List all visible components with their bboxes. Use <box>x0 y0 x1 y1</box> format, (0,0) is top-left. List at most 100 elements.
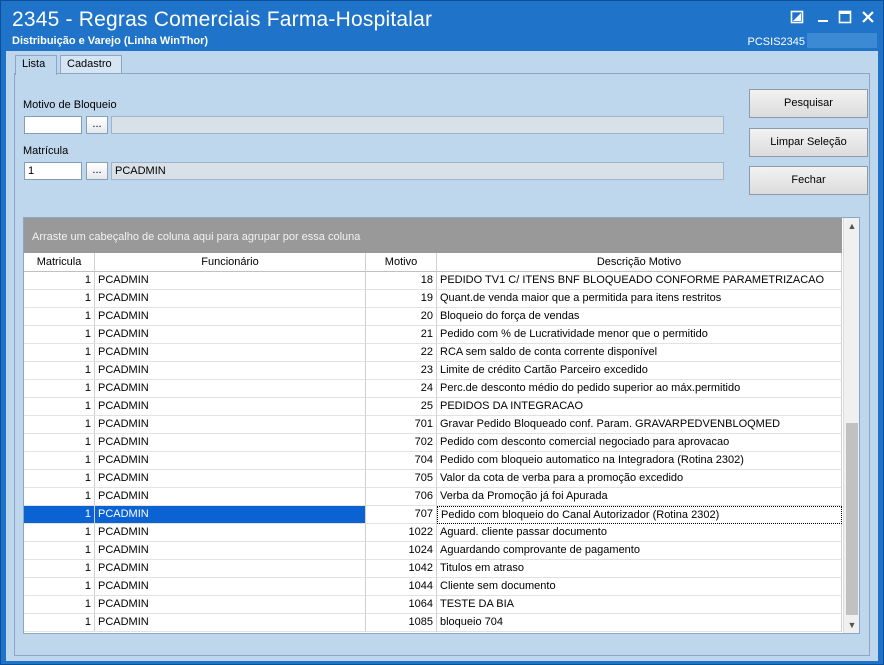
cell-descricao[interactable]: Pedido com bloqueio do Canal Autorizador… <box>437 506 842 524</box>
table-row[interactable]: 1 PCADMIN 24 Perc.de desconto médio do pedi… <box>24 380 842 398</box>
cell-descricao[interactable]: Valor da cota de verba para a promoção e… <box>437 470 842 488</box>
cell-descricao[interactable]: RCA sem saldo de conta corrente disponív… <box>437 344 842 362</box>
cell-motivo[interactable]: 19 <box>366 290 437 308</box>
cell-matricula[interactable]: 1 <box>24 362 95 380</box>
title-bar[interactable]: 2345 - Regras Comerciais Farma-Hospitala… <box>1 1 883 51</box>
cell-motivo[interactable]: 1024 <box>366 542 437 560</box>
cell-descricao[interactable]: Quant.de venda maior que a permitida par… <box>437 290 842 308</box>
maximize-icon[interactable] <box>838 10 852 24</box>
close-icon[interactable] <box>861 10 875 24</box>
cell-funcionario[interactable]: PCADMIN <box>95 596 366 614</box>
cell-funcionario[interactable]: PCADMIN <box>95 506 366 524</box>
cell-motivo[interactable]: 23 <box>366 362 437 380</box>
cell-funcionario[interactable]: PCADMIN <box>95 434 366 452</box>
cell-matricula[interactable]: 1 <box>24 452 95 470</box>
tab-lista[interactable]: Lista <box>15 55 57 75</box>
cell-matricula[interactable]: 1 <box>24 416 95 434</box>
col-header-motivo[interactable]: Motivo <box>366 253 437 272</box>
cell-funcionario[interactable]: PCADMIN <box>95 308 366 326</box>
cell-funcionario[interactable]: PCADMIN <box>95 416 366 434</box>
col-header-descricao[interactable]: Descrição Motivo <box>437 253 842 272</box>
table-row[interactable]: 1 PCADMIN 1024 Aguardando comprovante de pa… <box>24 542 842 560</box>
tab-cadastro[interactable]: Cadastro <box>60 55 122 74</box>
table-row[interactable]: 1 PCADMIN 20 Bloqueio do força de vendas <box>24 308 842 326</box>
cell-motivo[interactable]: 1044 <box>366 578 437 596</box>
cell-funcionario[interactable]: PCADMIN <box>95 290 366 308</box>
cell-motivo[interactable]: 18 <box>366 272 437 290</box>
cell-matricula[interactable]: 1 <box>24 542 95 560</box>
cell-descricao[interactable]: Aguardando comprovante de pagamento <box>437 542 842 560</box>
table-row[interactable]: 1 PCADMIN 702 Pedido com desconto comercial… <box>24 434 842 452</box>
cell-matricula[interactable]: 1 <box>24 614 95 632</box>
scroll-up-icon[interactable]: ▲ <box>844 218 859 234</box>
table-row[interactable]: 1 PCADMIN 707 Pedido com bloqueio do Canal … <box>24 506 842 524</box>
cell-descricao[interactable]: Pedido com % de Lucratividade menor que … <box>437 326 842 344</box>
cell-motivo[interactable]: 706 <box>366 488 437 506</box>
cell-matricula[interactable]: 1 <box>24 308 95 326</box>
cell-funcionario[interactable]: PCADMIN <box>95 560 366 578</box>
cell-descricao[interactable]: Pedido com bloqueio automatico na Integr… <box>437 452 842 470</box>
cell-motivo[interactable]: 704 <box>366 452 437 470</box>
cell-descricao[interactable]: Gravar Pedido Bloqueado conf. Param. GRA… <box>437 416 842 434</box>
table-row[interactable]: 1 PCADMIN 701 Gravar Pedido Bloqueado conf.… <box>24 416 842 434</box>
cell-motivo[interactable]: 1085 <box>366 614 437 632</box>
scroll-down-icon[interactable]: ▼ <box>844 617 859 633</box>
table-row[interactable]: 1 PCADMIN 1085 bloqueio 704 <box>24 614 842 632</box>
cell-motivo[interactable]: 1064 <box>366 596 437 614</box>
matricula-lookup-button[interactable]: ... <box>86 162 108 180</box>
cell-funcionario[interactable]: PCADMIN <box>95 344 366 362</box>
table-row[interactable]: 1 PCADMIN 706 Verba da Promoção já foi Apur… <box>24 488 842 506</box>
cell-matricula[interactable]: 1 <box>24 326 95 344</box>
cell-descricao[interactable]: Limite de crédito Cartão Parceiro excedi… <box>437 362 842 380</box>
fechar-button[interactable]: Fechar <box>749 166 868 195</box>
cell-matricula[interactable]: 1 <box>24 506 95 524</box>
cell-funcionario[interactable]: PCADMIN <box>95 362 366 380</box>
cell-descricao[interactable]: Pedido com desconto comercial negociado … <box>437 434 842 452</box>
cell-matricula[interactable]: 1 <box>24 344 95 362</box>
motivos-grid[interactable]: Arraste um cabeçalho de coluna aqui para… <box>23 217 860 634</box>
cell-matricula[interactable]: 1 <box>24 470 95 488</box>
col-header-matricula[interactable]: Matricula <box>24 253 95 272</box>
table-row[interactable]: 1 PCADMIN 1044 Cliente sem documento <box>24 578 842 596</box>
table-row[interactable]: 1 PCADMIN 22 RCA sem saldo de conta corrent… <box>24 344 842 362</box>
motivo-input[interactable] <box>24 116 82 134</box>
group-by-bar[interactable]: Arraste um cabeçalho de coluna aqui para… <box>24 218 842 253</box>
cell-motivo[interactable]: 702 <box>366 434 437 452</box>
table-row[interactable]: 1 PCADMIN 1042 Titulos em atraso <box>24 560 842 578</box>
cell-descricao[interactable]: Titulos em atraso <box>437 560 842 578</box>
col-header-funcionario[interactable]: Funcionário <box>95 253 366 272</box>
cell-descricao[interactable]: PEDIDOS DA INTEGRACAO <box>437 398 842 416</box>
cell-funcionario[interactable]: PCADMIN <box>95 488 366 506</box>
cell-matricula[interactable]: 1 <box>24 488 95 506</box>
cell-funcionario[interactable]: PCADMIN <box>95 524 366 542</box>
cell-motivo[interactable]: 1042 <box>366 560 437 578</box>
cell-motivo[interactable]: 20 <box>366 308 437 326</box>
table-row[interactable]: 1 PCADMIN 1022 Aguard. cliente passar docum… <box>24 524 842 542</box>
vertical-scrollbar[interactable]: ▲ ▼ <box>843 218 859 633</box>
cell-funcionario[interactable]: PCADMIN <box>95 326 366 344</box>
cell-descricao[interactable]: Perc.de desconto médio do pedido superio… <box>437 380 842 398</box>
table-row[interactable]: 1 PCADMIN 25 PEDIDOS DA INTEGRACAO <box>24 398 842 416</box>
motivo-lookup-button[interactable]: ... <box>86 116 108 134</box>
cell-matricula[interactable]: 1 <box>24 524 95 542</box>
cell-motivo[interactable]: 24 <box>366 380 437 398</box>
cell-funcionario[interactable]: PCADMIN <box>95 578 366 596</box>
table-row[interactable]: 1 PCADMIN 705 Valor da cota de verba para a… <box>24 470 842 488</box>
table-row[interactable]: 1 PCADMIN 21 Pedido com % de Lucratividade … <box>24 326 842 344</box>
table-row[interactable]: 1 PCADMIN 704 Pedido com bloqueio automatic… <box>24 452 842 470</box>
cell-matricula[interactable]: 1 <box>24 380 95 398</box>
cell-matricula[interactable]: 1 <box>24 290 95 308</box>
cell-funcionario[interactable]: PCADMIN <box>95 614 366 632</box>
cell-motivo[interactable]: 21 <box>366 326 437 344</box>
table-row[interactable]: 1 PCADMIN 1064 TESTE DA BIA <box>24 596 842 614</box>
cell-funcionario[interactable]: PCADMIN <box>95 380 366 398</box>
cell-motivo[interactable]: 1022 <box>366 524 437 542</box>
cell-matricula[interactable]: 1 <box>24 596 95 614</box>
cell-descricao[interactable]: Cliente sem documento <box>437 578 842 596</box>
limpar-selecao-button[interactable]: Limpar Seleção <box>749 128 868 157</box>
cell-matricula[interactable]: 1 <box>24 578 95 596</box>
table-row[interactable]: 1 PCADMIN 23 Limite de crédito Cartão Parce… <box>24 362 842 380</box>
restore-icon[interactable] <box>790 10 804 24</box>
cell-descricao[interactable]: TESTE DA BIA <box>437 596 842 614</box>
cell-motivo[interactable]: 25 <box>366 398 437 416</box>
